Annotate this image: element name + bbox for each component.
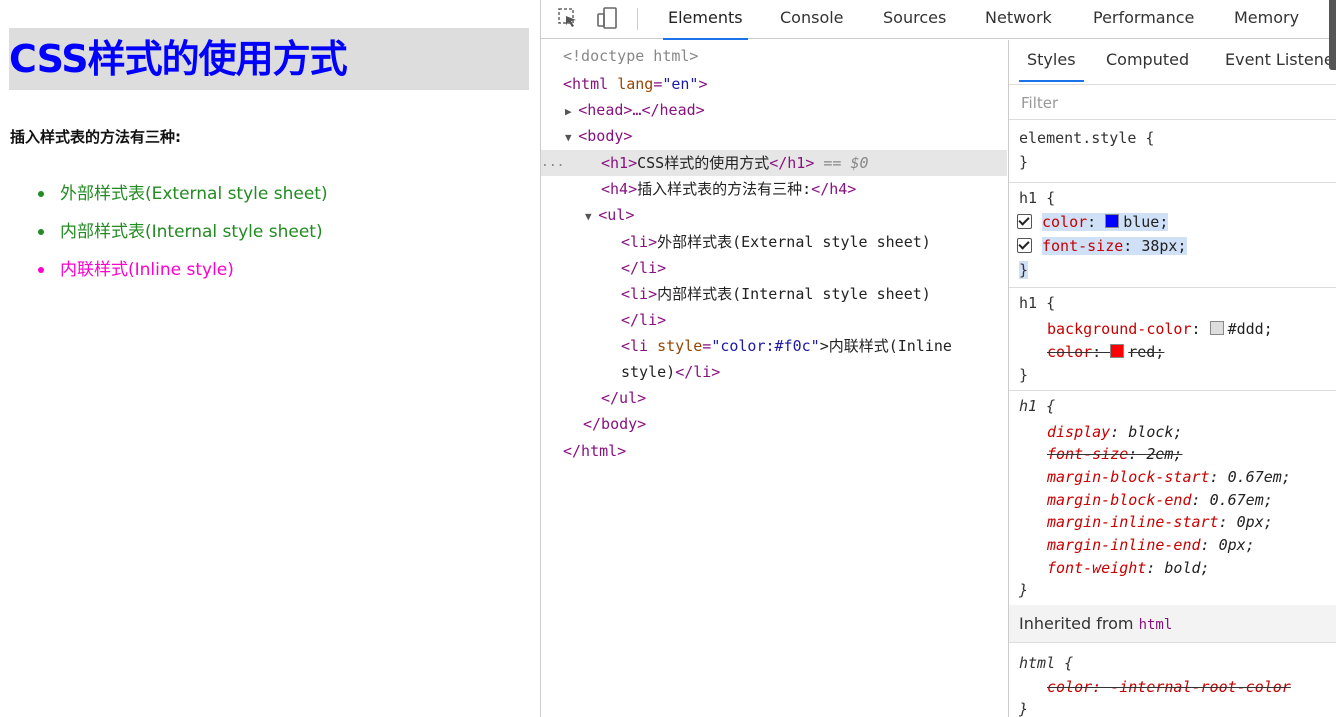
styles-pane: Styles Computed Event Listeners Filter e…	[1008, 40, 1336, 717]
list-item: 内部样式表(Internal style sheet)	[38, 218, 328, 256]
ul-close: </ul>	[601, 389, 647, 407]
page-subheading: 插入样式表的方法有三种:	[10, 128, 181, 146]
inspect-icon[interactable]	[557, 6, 579, 30]
ua-prop: margin-inline-start: 0px;	[1047, 513, 1273, 531]
style-prop-color[interactable]: color: blue;	[1017, 211, 1169, 233]
li-close-2: </li>	[621, 311, 667, 329]
html-close: </html>	[563, 442, 627, 460]
tab-memory[interactable]: Memory	[1234, 0, 1299, 38]
html-node[interactable]: <html lang="en">	[563, 72, 708, 96]
li-node-3-cont: style)</li>	[621, 363, 721, 381]
styles-filter-input[interactable]: Filter	[1009, 84, 1336, 120]
tab-sources[interactable]: Sources	[883, 0, 946, 38]
devtools-panel: Elements Console Sources Network Perform…	[540, 0, 1336, 717]
tab-computed[interactable]: Computed	[1106, 40, 1189, 80]
head-node[interactable]: ▶ <head>…</head>	[565, 98, 705, 122]
ul-node[interactable]: ▼ <ul>	[585, 203, 634, 227]
h1-style-rule: h1 { background-color: #ddd; color: red;…	[1009, 288, 1336, 391]
tab-network[interactable]: Network	[985, 0, 1052, 38]
style-method-list: 外部样式表(External style sheet) 内部样式表(Intern…	[38, 180, 328, 294]
inherited-from-header: Inherited from html	[1009, 605, 1336, 643]
li-node-3[interactable]: <li style="color:#f0c">内联样式(Inline	[621, 334, 952, 358]
ua-prop: margin-block-end: 0.67em;	[1047, 491, 1273, 509]
tab-performance[interactable]: Performance	[1093, 0, 1194, 38]
collapse-triangle-icon[interactable]: ▼	[585, 210, 598, 223]
dom-tree: <!doctype html> <html lang="en"> ▶ <head…	[541, 40, 1007, 717]
style-prop-font-size[interactable]: font-size: 38px;	[1017, 235, 1187, 257]
h1-user-agent-rule: h1 { display: block; font-size: 2em; mar…	[1009, 391, 1336, 606]
color-swatch[interactable]	[1110, 344, 1125, 358]
color-swatch[interactable]	[1209, 321, 1224, 335]
html-user-agent-rule: html { color: -internal-root-color }	[1019, 654, 1291, 717]
style-prop-background-color[interactable]: background-color: #ddd;	[1047, 318, 1273, 340]
node-actions-icon[interactable]: ...	[541, 151, 564, 175]
element-style-rule: element.style { }	[1009, 122, 1336, 183]
ua-prop: font-size: 2em;	[1047, 445, 1183, 463]
list-item: 内联样式(Inline style)	[38, 256, 328, 294]
li-node-1[interactable]: <li>外部样式表(External style sheet)	[621, 230, 931, 254]
tab-styles[interactable]: Styles	[1019, 40, 1084, 82]
expand-triangle-icon[interactable]: ▶	[565, 105, 578, 118]
toolbar-divider	[637, 8, 638, 30]
h1-author-rule: h1 { color: blue; font-size: 38px; }	[1009, 183, 1336, 288]
body-node[interactable]: ▼ <body>	[565, 124, 632, 148]
bullet-icon	[38, 267, 44, 273]
inherited-from-link[interactable]: html	[1139, 617, 1173, 633]
devtools-toolbar: Elements Console Sources Network Perform…	[541, 0, 1336, 40]
tab-event-listeners[interactable]: Event Listeners	[1225, 40, 1336, 80]
body-close: </body>	[583, 415, 647, 433]
tab-elements[interactable]: Elements	[663, 0, 748, 40]
collapse-triangle-icon[interactable]: ▼	[565, 131, 578, 144]
bullet-icon	[38, 229, 44, 235]
li-node-2[interactable]: <li>内部样式表(Internal style sheet)	[621, 282, 931, 306]
li-close-1: </li>	[621, 259, 667, 277]
ua-prop: margin-block-start: 0.67em;	[1047, 468, 1291, 486]
h1-node[interactable]: <h1>CSS样式的使用方式</h1> == $0	[601, 151, 869, 175]
ua-prop: color: -internal-root-color	[1047, 678, 1291, 696]
tab-console[interactable]: Console	[780, 0, 844, 38]
window-edge	[1329, 0, 1336, 70]
ua-prop: margin-inline-end: 0px;	[1047, 536, 1255, 554]
ua-prop: font-weight: bold;	[1047, 559, 1210, 577]
ua-prop: display: block;	[1047, 423, 1183, 441]
list-item: 外部样式表(External style sheet)	[38, 180, 328, 218]
h4-node[interactable]: <h4>插入样式表的方法有三种:</h4>	[601, 177, 856, 201]
doctype-node[interactable]: <!doctype html>	[563, 44, 698, 68]
bullet-icon	[38, 191, 44, 197]
checkbox-icon[interactable]	[1017, 238, 1032, 253]
page-preview: CSS样式的使用方式 插入样式表的方法有三种: 外部样式表(External s…	[0, 0, 540, 717]
style-prop-color-overridden[interactable]: color: red;	[1047, 341, 1164, 363]
page-heading: CSS样式的使用方式	[9, 28, 529, 90]
device-toggle-icon[interactable]	[595, 6, 617, 30]
checkbox-icon[interactable]	[1017, 214, 1032, 229]
color-swatch[interactable]	[1105, 214, 1120, 228]
